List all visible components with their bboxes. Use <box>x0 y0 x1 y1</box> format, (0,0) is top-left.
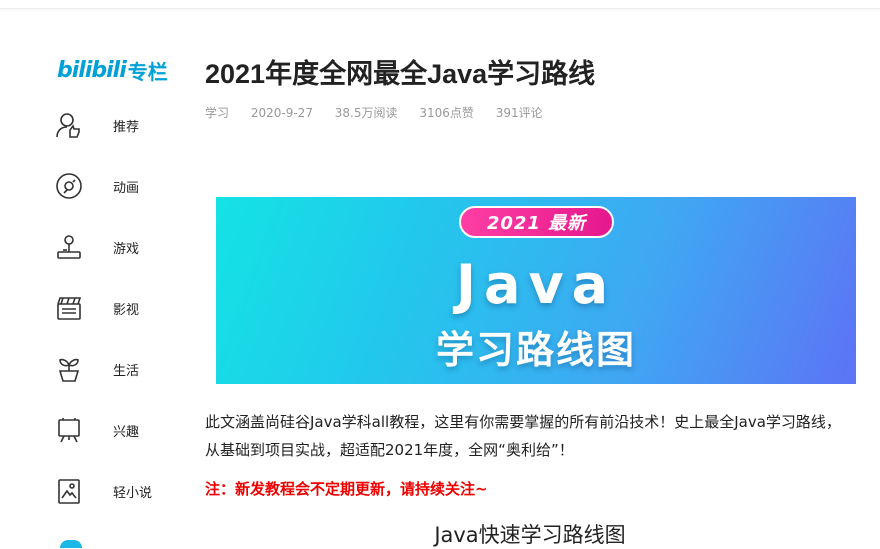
article-subheading: Java快速学习路线图 <box>434 523 626 547</box>
sidebar-item-label: 推荐 <box>113 119 140 135</box>
sidebar-item-recommend[interactable]: 推荐 <box>50 105 180 145</box>
meta-date: 2020-9-27 <box>250 106 313 120</box>
sidebar-item-label: 影视 <box>113 302 140 318</box>
sidebar-item-animation[interactable]: 动画 <box>50 166 180 206</box>
easel-icon <box>52 413 86 447</box>
article-meta: 学习 2020-9-27 38.5万阅读 3106点赞 391评论 <box>205 104 561 121</box>
sidebar-item-label: 游戏 <box>113 241 140 257</box>
article-update-note: 注：新发教程会不定期更新，请持续关注~ <box>205 480 488 498</box>
sidebar-item-interest[interactable]: 兴趣 <box>50 410 180 450</box>
plant-pot-icon <box>52 352 86 386</box>
banner-badge: 2021 最新 <box>459 206 614 238</box>
sidebar-item-light-novel[interactable]: 轻小说 <box>50 471 180 511</box>
sidebar-item-label: 轻小说 <box>113 485 153 501</box>
top-bar <box>0 0 880 9</box>
article-banner-image[interactable]: 2021 最新 Java 学习路线图 <box>216 197 856 384</box>
sidebar-item-label: 动画 <box>113 180 140 196</box>
meta-comments[interactable]: 391评论 <box>496 106 543 120</box>
banner-subline: 学习路线图 <box>435 328 636 372</box>
book-image-icon <box>52 474 86 508</box>
partial-mascot-icon <box>60 540 82 548</box>
banner-headline: Java <box>455 253 617 316</box>
sidebar-item-game[interactable]: 游戏 <box>50 227 180 267</box>
article-intro-paragraph: 此文涵盖尚硅谷Java学科all教程，这里有你需要掌握的所有前沿技术！史上最全J… <box>205 413 841 459</box>
sidebar-item-film[interactable]: 影视 <box>50 288 180 328</box>
bilibili-column-logo[interactable]: bilibili 专栏 <box>57 56 168 84</box>
joystick-icon <box>52 230 86 264</box>
logo-brand: bilibili <box>57 57 127 83</box>
disc-icon <box>52 169 86 203</box>
clapperboard-icon <box>52 291 86 325</box>
logo-suffix: 专栏 <box>127 59 168 84</box>
sidebar-item-life[interactable]: 生活 <box>50 349 180 389</box>
sidebar-item-label: 生活 <box>113 363 140 379</box>
article-title: 2021年度全网最全Java学习路线 <box>205 59 596 89</box>
sidebar-item-label: 兴趣 <box>113 424 140 440</box>
meta-category-link[interactable]: 学习 <box>205 106 229 120</box>
recommend-user-icon <box>52 108 86 142</box>
meta-views: 38.5万阅读 <box>334 106 398 120</box>
meta-likes: 3106点赞 <box>419 106 474 120</box>
